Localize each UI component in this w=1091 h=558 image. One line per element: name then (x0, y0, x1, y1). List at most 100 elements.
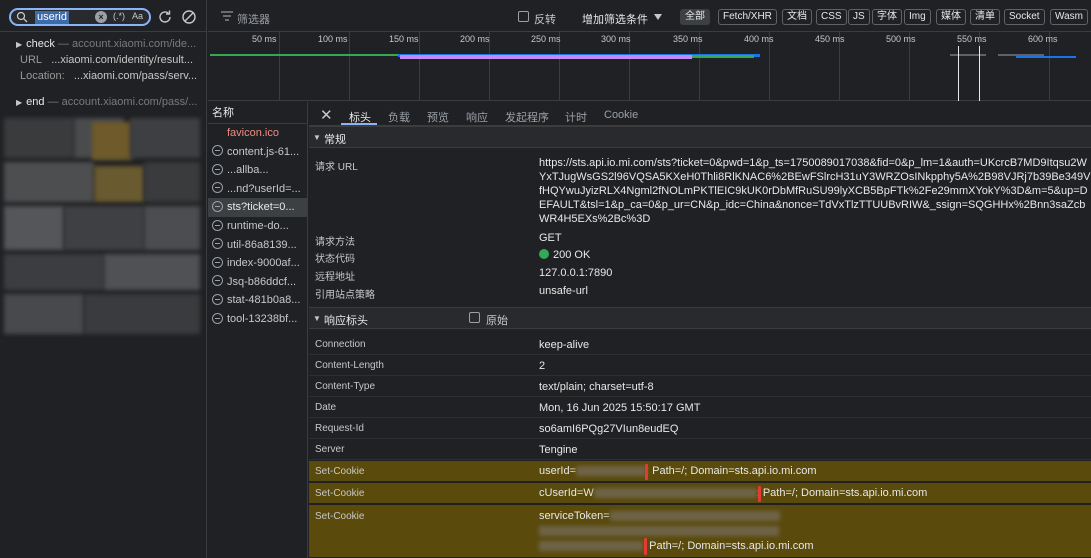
type-filter-fetch-xhr[interactable]: Fetch/XHR (718, 9, 777, 25)
timeline-bar (210, 54, 400, 56)
tick-label: 150 ms (389, 34, 419, 44)
request-item[interactable]: runtime-do... (208, 217, 307, 236)
type-filter-socket[interactable]: Socket (1004, 9, 1045, 25)
close-icon[interactable]: ✕ (320, 106, 333, 124)
request-item[interactable]: tool-13238bf... (208, 310, 307, 329)
search-result-line[interactable]: Location: ...xiaomi.com/pass/serv... (20, 70, 197, 82)
redacted-value (593, 488, 757, 499)
set-cookie-row: Set-Cookie serviceToken= ; Path=/; Domai… (309, 505, 1091, 558)
network-timeline[interactable]: 50 ms 100 ms 150 ms 200 ms 250 ms 300 ms… (208, 32, 1091, 101)
redacted-value (576, 466, 646, 477)
request-method-value: GET (539, 232, 562, 244)
type-filter-js[interactable]: JS (848, 9, 870, 25)
request-item-selected[interactable]: sts?ticket=0... (208, 198, 307, 217)
search-icon (16, 11, 28, 23)
tab-preview[interactable]: 预览 (427, 109, 449, 125)
header-row: Server Tengine (309, 439, 1091, 460)
request-type-icon (212, 219, 223, 231)
request-item[interactable]: util-86a8139... (208, 236, 307, 255)
more-filters-dropdown[interactable]: 增加筛选条件 (582, 11, 648, 27)
header-row: Date Mon, 16 Jun 2025 15:50:17 GMT (309, 397, 1091, 418)
invert-checkbox[interactable] (518, 11, 529, 22)
request-item[interactable]: favicon.ico (208, 124, 307, 143)
request-type-icon (212, 238, 223, 250)
tick-label: 200 ms (460, 34, 490, 44)
general-section-header[interactable]: ▼ 常规 (309, 126, 1091, 148)
tick-line (349, 32, 350, 101)
type-filter-media[interactable]: 媒体 (936, 9, 966, 25)
request-item[interactable]: index-9000af... (208, 254, 307, 273)
search-bar: userid × (.*) Aa (0, 0, 207, 32)
search-result-check[interactable]: ▶ check — account.xiaomi.com/ide... (16, 38, 196, 50)
clear-search-icon[interactable]: × (95, 11, 107, 23)
request-type-icon (212, 256, 223, 268)
collapse-arrow-icon: ▼ (313, 133, 321, 142)
request-item[interactable]: ...allba... (208, 161, 307, 180)
header-row: Content-Length 2 (309, 355, 1091, 376)
request-item[interactable]: stat-481b0a8... (208, 291, 307, 310)
type-filter-wasm[interactable]: Wasm (1050, 9, 1088, 25)
regex-toggle[interactable]: (.*) (113, 11, 125, 21)
raw-checkbox[interactable] (469, 312, 480, 323)
status-code-label: 状态代码 (315, 254, 355, 265)
timeline-marker (979, 46, 980, 101)
timeline-bar (1016, 56, 1076, 58)
request-list-header[interactable]: 名称 (208, 102, 307, 124)
tab-cookie[interactable]: Cookie (604, 109, 638, 121)
request-type-icon (212, 145, 223, 157)
tick-label: 350 ms (673, 34, 703, 44)
request-type-icon (212, 200, 223, 212)
header-row: Request-Id so6amI6PQg27VIun8eudEQ (309, 418, 1091, 439)
search-query[interactable]: userid (35, 11, 69, 24)
type-filter-css[interactable]: CSS (816, 9, 847, 25)
request-method-label: 请求方法 (315, 237, 355, 248)
filter-input[interactable]: 筛选器 (237, 11, 270, 27)
search-result-end[interactable]: ▶ end — account.xiaomi.com/pass/... (16, 96, 197, 108)
request-item[interactable]: ...nd?userId=... (208, 180, 307, 199)
annotation-mark (758, 486, 761, 502)
response-headers-section-header[interactable]: ▼ 响应标头 原始 (309, 307, 1091, 329)
tab-timing[interactable]: 计时 (565, 109, 587, 125)
raw-label: 原始 (486, 315, 508, 327)
collapse-arrow-icon: ▼ (313, 314, 321, 323)
clear-results-icon[interactable] (181, 9, 197, 25)
request-type-icon (212, 275, 223, 287)
type-filter-all[interactable]: 全部 (680, 9, 710, 25)
tick-label: 250 ms (531, 34, 561, 44)
match-case-toggle[interactable]: Aa (132, 11, 143, 21)
expand-arrow-icon: ▶ (16, 40, 23, 49)
remote-address-value: 127.0.0.1:7890 (539, 267, 613, 279)
annotation-mark (645, 464, 648, 480)
referrer-policy-label: 引用站点策略 (315, 290, 375, 301)
tick-label: 550 ms (957, 34, 987, 44)
tab-payload[interactable]: 负载 (388, 109, 410, 125)
details-tabs: ✕ 标头 负载 预览 响应 发起程序 计时 Cookie (309, 102, 1091, 126)
request-item[interactable]: Jsq-b86ddcf... (208, 273, 307, 292)
request-list: 名称 favicon.ico content.js-61... ...allba… (208, 102, 308, 558)
refresh-icon[interactable] (157, 9, 173, 25)
request-details: ✕ 标头 负载 预览 响应 发起程序 计时 Cookie ▼ 常规 请求 URL… (309, 102, 1091, 558)
request-type-icon (212, 163, 223, 175)
tab-initiator[interactable]: 发起程序 (505, 109, 549, 125)
referrer-policy-value: unsafe-url (539, 285, 588, 297)
search-panel: userid × (.*) Aa ▶ check — account.xiaomi… (0, 0, 207, 558)
request-type-icon (212, 293, 223, 305)
type-filter-img[interactable]: Img (904, 9, 931, 25)
tick-line (419, 32, 420, 101)
set-cookie-row: Set-Cookie cUserId=W; Path=/; Domain=sts… (309, 483, 1091, 504)
tab-response[interactable]: 响应 (466, 109, 488, 125)
redacted-value (609, 511, 780, 522)
chevron-down-icon[interactable] (654, 14, 662, 20)
type-filter-doc[interactable]: 文档 (782, 9, 812, 25)
request-item[interactable]: content.js-61... (208, 143, 307, 162)
search-result-line[interactable]: URL ...xiaomi.com/identity/result... (20, 54, 193, 66)
timeline-marker (958, 46, 959, 101)
tick-label: 400 ms (744, 34, 774, 44)
tick-label: 300 ms (601, 34, 631, 44)
search-input[interactable]: userid × (.*) Aa (9, 8, 151, 26)
timeline-bar (950, 54, 986, 56)
type-filter-font[interactable]: 字体 (872, 9, 902, 25)
request-type-icon (212, 312, 223, 324)
type-filter-manifest[interactable]: 清单 (970, 9, 1000, 25)
timeline-bar (400, 55, 692, 59)
